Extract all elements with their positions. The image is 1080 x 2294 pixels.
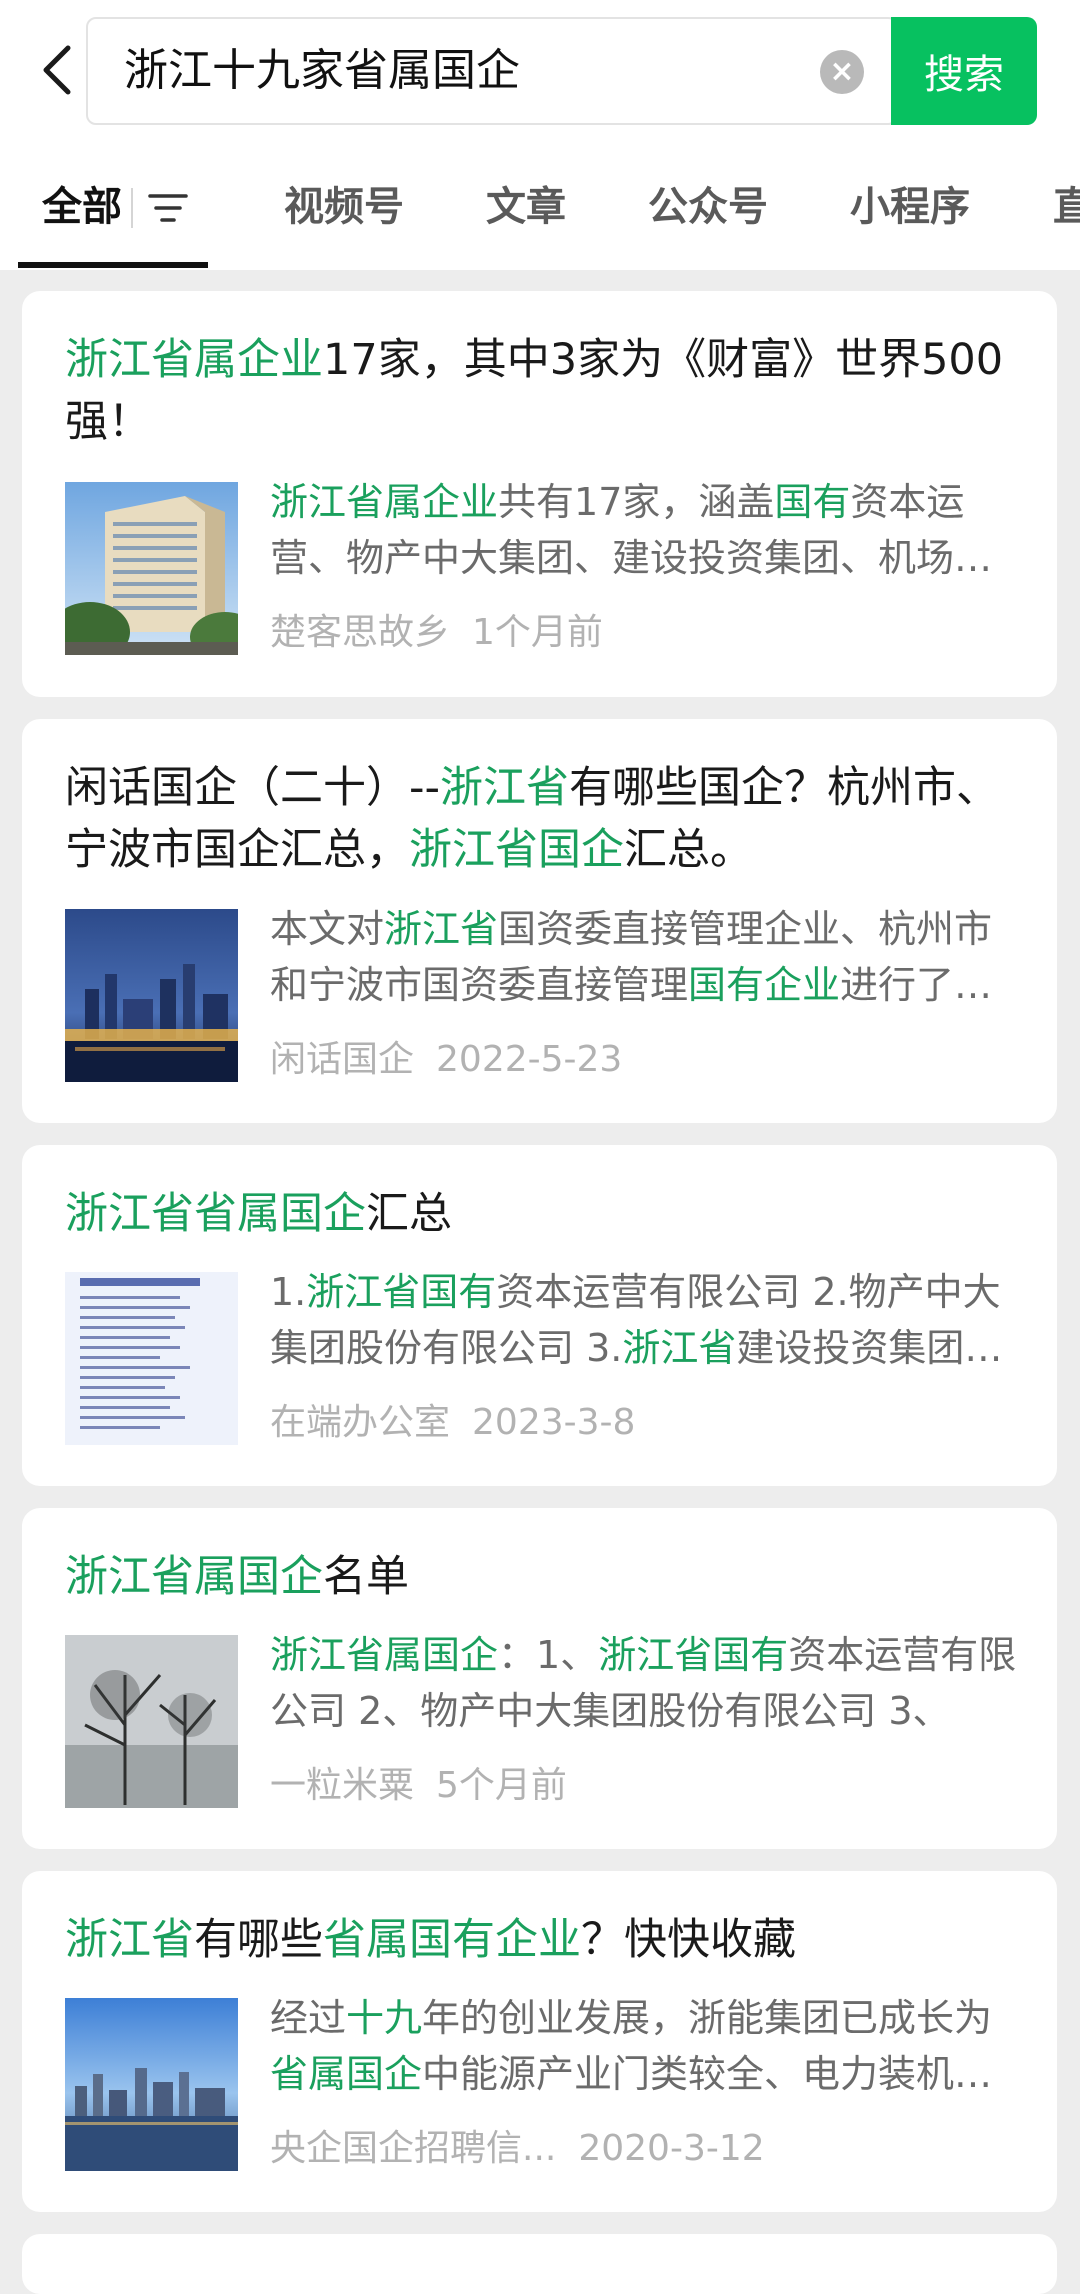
result-source[interactable]: 楚客思故乡 xyxy=(270,612,450,653)
result-meta: 央企国企招聘信... 2020-3-12 xyxy=(270,2124,765,2174)
result-thumbnail xyxy=(65,909,238,1082)
active-tab-indicator xyxy=(18,262,208,268)
search-header: 浙江十九家省属国企 × 搜索 全部 视频号 文章 公众号 小程序 直 xyxy=(0,0,1080,270)
clear-icon[interactable]: × xyxy=(820,50,864,94)
text-segment: 名单 xyxy=(323,1552,409,1602)
text-segment: 本文对 xyxy=(270,907,385,951)
tab-articles[interactable]: 文章 xyxy=(486,150,566,264)
tab-official-accounts[interactable]: 公众号 xyxy=(648,150,768,264)
filter-icon[interactable] xyxy=(148,188,188,228)
highlight-keyword: 浙江省属企业 xyxy=(270,480,499,524)
result-meta: 在端办公室 2023-3-8 xyxy=(270,1398,635,1448)
result-snippet: 经过十九年的创业发展，浙能集团已成长为省属国企中能源产业门类较全、电力装机规模最… xyxy=(270,1990,1030,2102)
tab-channels[interactable]: 视频号 xyxy=(284,150,404,264)
tab-all[interactable]: 全部 xyxy=(42,150,122,264)
highlight-keyword: 浙江省属国企 xyxy=(65,1552,323,1602)
text-segment: 闲话国企（二十）-- xyxy=(65,763,441,813)
highlight-keyword: 浙江省国有 xyxy=(598,1633,789,1677)
result-card-partial[interactable] xyxy=(22,2234,1057,2294)
search-input[interactable]: 浙江十九家省属国企 × xyxy=(86,17,898,125)
highlight-keyword: 浙江省省属国企 xyxy=(65,1189,366,1239)
search-button[interactable]: 搜索 xyxy=(891,17,1037,125)
highlight-keyword: 浙江省属企业 xyxy=(65,335,323,385)
highlight-keyword: 国有企业 xyxy=(688,963,841,1007)
result-snippet: 本文对浙江省国资委直接管理企业、杭州市和宁波市国资委直接管理国有企业进行了汇总整… xyxy=(270,901,1030,1013)
text-segment: 年的创业发展，浙能集团已成长为 xyxy=(422,1996,993,2040)
result-snippet: 浙江省属国企：1、浙江省国有资本运营有限公司 2、物产中大集团股份有限公司 3、 xyxy=(270,1627,1030,1739)
highlight-keyword: 浙江省属国企 xyxy=(270,1633,499,1677)
text-segment: ：1、 xyxy=(498,1633,599,1677)
bare-trees-image xyxy=(65,1635,238,1808)
result-title[interactable]: 浙江省属企业17家，其中3家为《财富》世界500强！ xyxy=(65,329,1035,453)
office-building-image xyxy=(65,482,238,655)
document-list-image xyxy=(65,1272,238,1445)
result-time: 2022-5-23 xyxy=(436,1039,623,1080)
highlight-keyword: 浙江省 xyxy=(440,763,570,813)
search-query[interactable]: 浙江十九家省属国企 xyxy=(124,19,520,123)
waterfront-skyline-image xyxy=(65,1998,238,2171)
result-card[interactable]: 浙江省属国企名单 浙江省属国企：1、浙江省国有资本运营有限公司 2、物产中大集团… xyxy=(22,1508,1057,1849)
tab-mini-programs[interactable]: 小程序 xyxy=(850,150,970,264)
highlight-keyword: 浙江省国企 xyxy=(409,825,624,875)
result-thumbnail xyxy=(65,1272,238,1445)
highlight-keyword: 十九 xyxy=(346,1996,423,2040)
highlight-keyword: 浙江省 xyxy=(622,1326,737,1370)
result-card[interactable]: 闲话国企（二十）--浙江省有哪些国企？杭州市、宁波市国企汇总，浙江省国企汇总。 … xyxy=(22,719,1057,1123)
result-title[interactable]: 浙江省有哪些省属国有企业？快快收藏 xyxy=(65,1909,1035,1971)
text-segment: 汇总 xyxy=(366,1189,452,1239)
result-title[interactable]: 浙江省省属国企汇总 xyxy=(65,1183,1035,1245)
result-thumbnail xyxy=(65,1635,238,1808)
result-card[interactable]: 浙江省有哪些省属国有企业？快快收藏 经过十九年的创业发展，浙能集团已成长为省属国… xyxy=(22,1871,1057,2212)
text-segment: 经过 xyxy=(270,1996,347,2040)
result-source[interactable]: 闲话国企 xyxy=(270,1039,414,1080)
highlight-keyword: 省属国企 xyxy=(270,2052,423,2096)
result-card[interactable]: 浙江省省属国企汇总 1.浙江省国有资本运营有限公司 2.物产中大集团股份有限公司… xyxy=(22,1145,1057,1486)
text-segment: ？快快收藏 xyxy=(581,1915,796,1965)
result-title[interactable]: 浙江省属国企名单 xyxy=(65,1546,1035,1608)
highlight-keyword: 浙江省 xyxy=(384,907,499,951)
text-segment: 1. xyxy=(270,1270,307,1314)
highlight-keyword: 浙江省国有 xyxy=(306,1270,497,1314)
back-button[interactable] xyxy=(28,42,84,98)
result-card[interactable]: 浙江省属企业17家，其中3家为《财富》世界500强！ 浙江省属企业共有17家，涵… xyxy=(22,291,1057,697)
highlight-keyword: 国有 xyxy=(774,480,851,524)
result-time: 2023-3-8 xyxy=(472,1402,636,1443)
back-arrow-icon xyxy=(43,45,71,95)
result-thumbnail xyxy=(65,1998,238,2171)
result-time: 5个月前 xyxy=(436,1765,567,1806)
tab-divider xyxy=(131,188,133,228)
text-segment: 共有17家，涵盖 xyxy=(498,480,775,524)
city-night-skyline-image xyxy=(65,909,238,1082)
result-time: 1个月前 xyxy=(472,612,603,653)
result-snippet: 浙江省属企业共有17家，涵盖国有资本运营、物产中大集团、建设投资集团、机场集团、… xyxy=(270,474,1030,586)
result-source[interactable]: 在端办公室 xyxy=(270,1402,450,1443)
text-segment: 有哪些 xyxy=(194,1915,323,1965)
tab-live[interactable]: 直 xyxy=(1053,150,1080,264)
result-snippet: 1.浙江省国有资本运营有限公司 2.物产中大集团股份有限公司 3.浙江省建设投资… xyxy=(270,1264,1030,1376)
result-title[interactable]: 闲话国企（二十）--浙江省有哪些国企？杭州市、宁波市国企汇总，浙江省国企汇总。 xyxy=(65,757,1035,881)
result-source[interactable]: 央企国企招聘信... xyxy=(270,2128,556,2169)
filter-tabs: 全部 视频号 文章 公众号 小程序 直 xyxy=(0,150,1080,268)
result-source[interactable]: 一粒米粟 xyxy=(270,1765,414,1806)
highlight-keyword: 省属国有企业 xyxy=(323,1915,581,1965)
highlight-keyword: 浙江省 xyxy=(65,1915,194,1965)
text-segment: 汇总。 xyxy=(624,825,753,875)
result-time: 2020-3-12 xyxy=(578,2128,765,2169)
result-thumbnail xyxy=(65,482,238,655)
result-meta: 闲话国企 2022-5-23 xyxy=(270,1035,622,1085)
result-meta: 一粒米粟 5个月前 xyxy=(270,1761,567,1811)
result-meta: 楚客思故乡 1个月前 xyxy=(270,608,603,658)
